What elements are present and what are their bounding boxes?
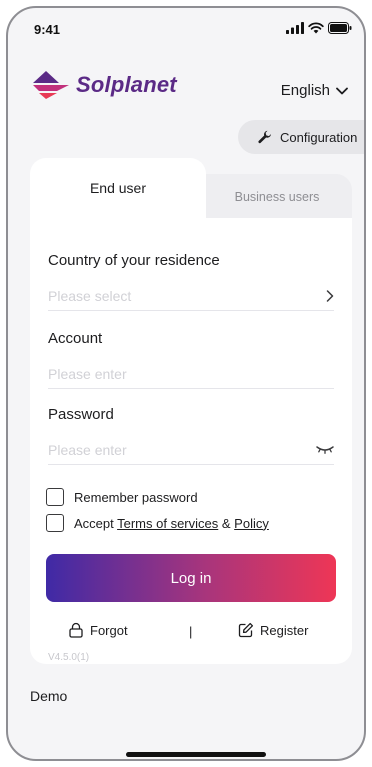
- battery-icon: [328, 22, 352, 34]
- language-selector[interactable]: English: [281, 82, 348, 99]
- login-card: Business users End user Country of your …: [30, 158, 352, 664]
- phone-frame: 9:41 Solplanet English Configuration Bus…: [6, 6, 366, 761]
- brand-logo: Solplanet: [32, 70, 177, 100]
- tab-business-users[interactable]: Business users: [202, 174, 352, 220]
- register-button[interactable]: Register: [238, 622, 308, 638]
- account-actions: Forgot | Register: [46, 622, 336, 644]
- forgot-label: Forgot: [90, 622, 128, 638]
- brand-name: Solplanet: [76, 72, 177, 97]
- register-label: Register: [260, 622, 309, 638]
- chevron-down-icon: [336, 87, 348, 94]
- account-field: Account Please enter: [48, 330, 334, 389]
- configuration-label: Configuration: [280, 129, 358, 145]
- status-icons: [286, 22, 352, 34]
- wifi-icon: [308, 22, 324, 34]
- password-label: Password: [48, 406, 114, 423]
- login-form: Country of your residence Please select …: [30, 218, 352, 664]
- action-separator: |: [189, 624, 193, 639]
- remember-password-checkbox[interactable]: [46, 488, 64, 506]
- accept-and: &: [218, 515, 235, 531]
- lock-icon: [69, 622, 83, 638]
- tab-business-users-label: Business users: [234, 190, 320, 204]
- chevron-right-icon: [326, 289, 334, 302]
- country-label: Country of your residence: [48, 252, 220, 269]
- password-input[interactable]: Please enter: [48, 435, 334, 465]
- accept-prefix: Accept: [74, 515, 118, 531]
- wrench-icon: [258, 130, 271, 144]
- terms-of-services-link[interactable]: Terms of services: [117, 516, 218, 531]
- tab-end-user-label: End user: [89, 180, 147, 196]
- eye-closed-icon[interactable]: [316, 445, 334, 455]
- account-label: Account: [48, 330, 103, 347]
- policy-link[interactable]: Policy: [234, 516, 269, 531]
- demo-button[interactable]: Demo: [30, 688, 67, 704]
- password-placeholder: Please enter: [48, 441, 127, 458]
- cellular-signal-icon: [286, 22, 304, 34]
- login-button[interactable]: Log in: [46, 554, 336, 602]
- language-label: English: [280, 82, 330, 99]
- account-input[interactable]: Please enter: [48, 359, 334, 389]
- status-time: 9:41: [34, 22, 61, 37]
- login-button-label: Log in: [170, 569, 212, 587]
- edit-icon: [238, 622, 254, 638]
- forgot-button[interactable]: Forgot: [68, 622, 128, 638]
- configuration-button[interactable]: Configuration: [238, 120, 364, 154]
- account-placeholder: Please enter: [48, 365, 127, 382]
- password-field: Password Please enter: [48, 406, 334, 465]
- status-bar: 9:41: [8, 8, 364, 48]
- accept-terms-checkbox[interactable]: [46, 514, 64, 532]
- remember-password-row: Remember password: [46, 488, 198, 506]
- country-placeholder: Please select: [48, 287, 132, 304]
- accept-terms-row: Accept Terms of services & Policy: [46, 514, 269, 532]
- solplanet-logo-icon: [33, 71, 69, 99]
- tab-end-user[interactable]: End user: [30, 158, 206, 220]
- accept-terms-text: Accept Terms of services & Policy: [74, 516, 269, 531]
- country-field: Country of your residence Please select: [48, 252, 334, 311]
- remember-password-label: Remember password: [74, 489, 198, 505]
- home-indicator: [126, 752, 266, 757]
- app-version: V4.5.0(1): [48, 652, 90, 663]
- country-select[interactable]: Please select: [48, 281, 334, 311]
